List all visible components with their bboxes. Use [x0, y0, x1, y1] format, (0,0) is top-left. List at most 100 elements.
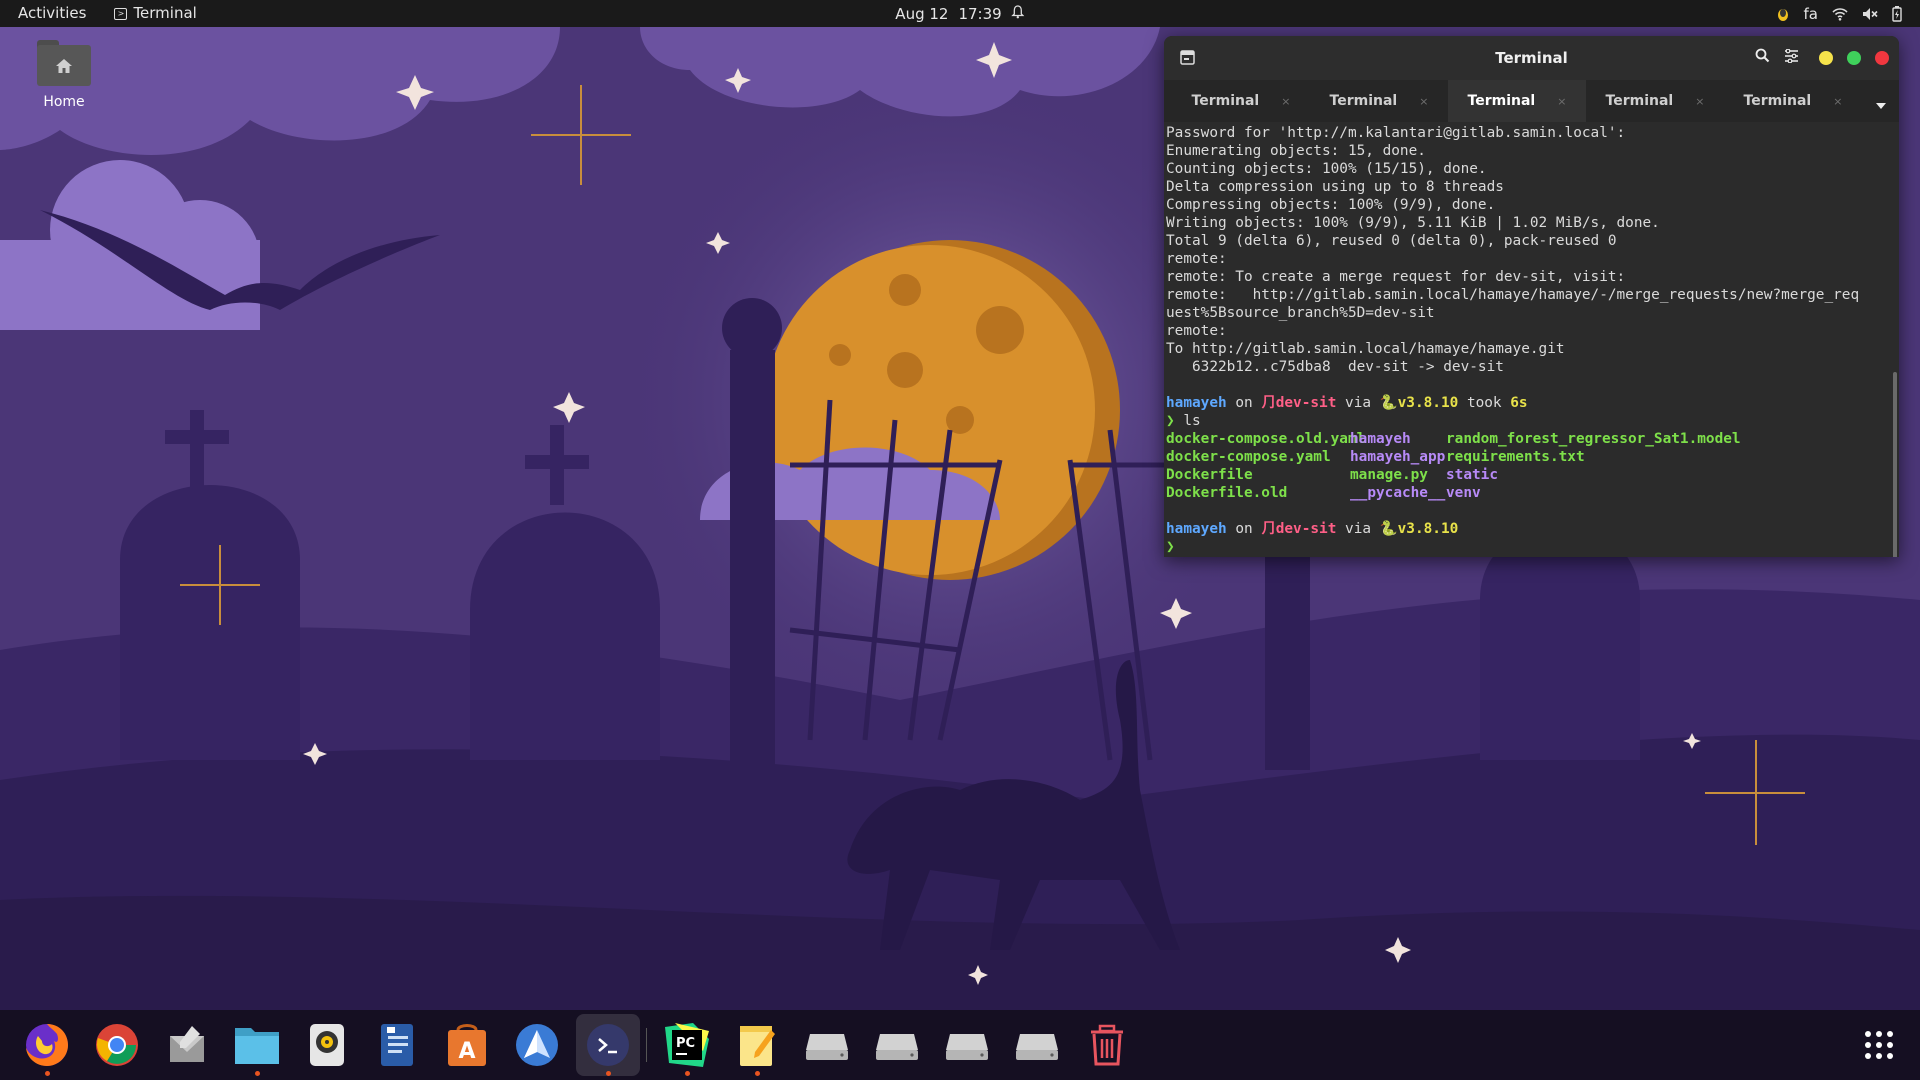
terminal-output-area[interactable]: Password for 'http://m.kalantari@gitlab.…	[1164, 122, 1899, 557]
dock-notes[interactable]	[732, 1020, 782, 1076]
clock-date: Aug 12	[895, 4, 949, 23]
dock-pycharm[interactable]: PC	[662, 1020, 712, 1076]
prompt-branch: dev-sit	[1275, 395, 1337, 411]
show-applications-button[interactable]	[1854, 1020, 1904, 1070]
activities-button[interactable]: Activities	[0, 0, 100, 27]
tab-close-icon[interactable]: ×	[1419, 95, 1428, 108]
dock-drive-4[interactable]	[1012, 1020, 1062, 1070]
dock-firefox[interactable]	[22, 1020, 72, 1076]
volume-muted-icon[interactable]	[1862, 7, 1878, 21]
app-menu-label: Terminal	[133, 4, 197, 22]
output-line: Compressing objects: 100% (9/9), done.	[1166, 197, 1496, 213]
terminal-scrollbar[interactable]	[1893, 372, 1897, 557]
home-folder-icon	[37, 40, 91, 86]
dock-document-editor[interactable]	[372, 1020, 422, 1070]
home-folder-label: Home	[43, 94, 85, 110]
ls-entry: static	[1446, 467, 1498, 483]
terminal-app-icon: >	[114, 7, 128, 20]
ls-entry: hamayeh_app	[1350, 449, 1446, 465]
dock-vpn-client[interactable]	[512, 1020, 562, 1070]
prompt-user: hamayeh	[1166, 395, 1227, 411]
command-line: ❯ ls	[1166, 412, 1886, 430]
output-line: Counting objects: 100% (15/15), done.	[1166, 161, 1487, 177]
rhythmbox-icon	[310, 1024, 344, 1066]
ls-row: docker-compose.yaml hamayeh_apprequiremen…	[1166, 448, 1886, 466]
close-button[interactable]	[1875, 50, 1889, 65]
prompt-text: on	[1226, 395, 1262, 411]
output-line: 6322b12..c75dba8 dev-sit -> dev-sit	[1166, 359, 1504, 375]
app-grid-icon	[1865, 1031, 1893, 1059]
running-indicator	[685, 1071, 690, 1076]
pycharm-label: PC	[676, 1036, 695, 1051]
terminal-tab-3-active[interactable]: Terminal ×	[1448, 80, 1586, 122]
tab-label: Terminal	[1605, 93, 1674, 109]
git-branch-icon: ⺆	[1261, 521, 1276, 537]
keyboard-layout-indicator[interactable]: fa	[1804, 5, 1818, 23]
dock-drive-1[interactable]	[802, 1020, 852, 1070]
ls-row: Dockerfile.old __pycache__venv	[1166, 484, 1886, 502]
dock-trash[interactable]	[1082, 1020, 1132, 1070]
dock-drive-3[interactable]	[942, 1020, 992, 1070]
tab-list-dropdown-icon[interactable]	[1875, 95, 1887, 114]
terminal-headerbar[interactable]: Terminal	[1164, 36, 1899, 80]
prompt-text: via	[1336, 521, 1380, 537]
notification-bell-icon	[1011, 4, 1025, 23]
prompt-branch: dev-sit	[1275, 521, 1337, 537]
output-line: uest%5Bsource_branch%5D=dev-sit	[1166, 305, 1435, 321]
dock-files[interactable]	[232, 1020, 282, 1076]
drive-icon	[876, 1034, 918, 1060]
output-line: remote:	[1166, 251, 1227, 267]
prompt-python-version: v3.8.10	[1397, 521, 1459, 537]
dock-mail-client[interactable]	[162, 1020, 212, 1070]
desktop-home-folder[interactable]: Home	[24, 40, 104, 110]
prompt-char: ❯	[1166, 539, 1175, 555]
terminal-tab-4[interactable]: Terminal ×	[1586, 80, 1724, 122]
dock-rhythmbox[interactable]	[302, 1020, 352, 1070]
running-indicator	[45, 1071, 50, 1076]
tab-close-icon[interactable]: ×	[1557, 95, 1566, 108]
wifi-icon[interactable]	[1832, 7, 1848, 21]
dock-terminal[interactable]	[576, 1014, 640, 1076]
running-indicator	[255, 1071, 260, 1076]
dock-app-store[interactable]: A	[442, 1020, 492, 1070]
search-icon[interactable]	[1755, 48, 1770, 67]
notes-icon	[740, 1026, 775, 1066]
terminal-tab-1[interactable]: Terminal ×	[1172, 80, 1310, 122]
ls-row: Dockerfile manage.py static	[1166, 466, 1886, 484]
ls-entry: docker-compose.old.yaml	[1166, 431, 1366, 447]
ls-row: docker-compose.old.yamlhamayeh random_for…	[1166, 430, 1886, 448]
command-text: ls	[1174, 413, 1201, 429]
clock[interactable]: Aug 12 17:39	[895, 4, 1025, 23]
maximize-button[interactable]	[1847, 50, 1861, 65]
tab-close-icon[interactable]: ×	[1833, 95, 1842, 108]
input-line[interactable]: ❯	[1166, 538, 1886, 556]
output-line: remote: To create a merge request for de…	[1166, 269, 1626, 285]
terminal-window[interactable]: Terminal Terminal × Terminal × Terminal	[1164, 36, 1899, 557]
ls-entry: Dockerfile.old	[1166, 485, 1288, 501]
drive-icon	[806, 1034, 848, 1060]
svg-text:A: A	[458, 1039, 475, 1064]
tab-close-icon[interactable]: ×	[1281, 95, 1290, 108]
menu-icon[interactable]	[1784, 48, 1799, 67]
terminal-tab-5[interactable]: Terminal ×	[1724, 80, 1862, 122]
tab-close-icon[interactable]: ×	[1695, 95, 1704, 108]
dock-drive-2[interactable]	[872, 1020, 922, 1070]
ls-entry: venv	[1446, 485, 1481, 501]
minimize-button[interactable]	[1819, 50, 1833, 65]
new-tab-icon[interactable]	[1180, 50, 1195, 69]
tray-app-icon[interactable]	[1776, 6, 1790, 22]
app-store-icon: A	[448, 1024, 486, 1066]
terminal-tab-2[interactable]: Terminal ×	[1310, 80, 1448, 122]
prompt-python-version: v3.8.10	[1397, 395, 1459, 411]
output-line: remote: http://gitlab.samin.local/hamaye…	[1166, 287, 1860, 303]
output-line: Password for 'http://m.kalantari@gitlab.…	[1166, 125, 1626, 141]
terminal-icon	[587, 1024, 629, 1066]
tab-label: Terminal	[1329, 93, 1398, 109]
prompt-user: hamayeh	[1166, 521, 1227, 537]
drive-icon	[1016, 1034, 1058, 1060]
battery-icon[interactable]	[1892, 5, 1902, 22]
trash-icon	[1091, 1024, 1123, 1066]
ls-entry: __pycache__	[1350, 485, 1446, 501]
app-menu[interactable]: > Terminal	[100, 0, 210, 27]
dock-chrome[interactable]	[92, 1020, 142, 1070]
